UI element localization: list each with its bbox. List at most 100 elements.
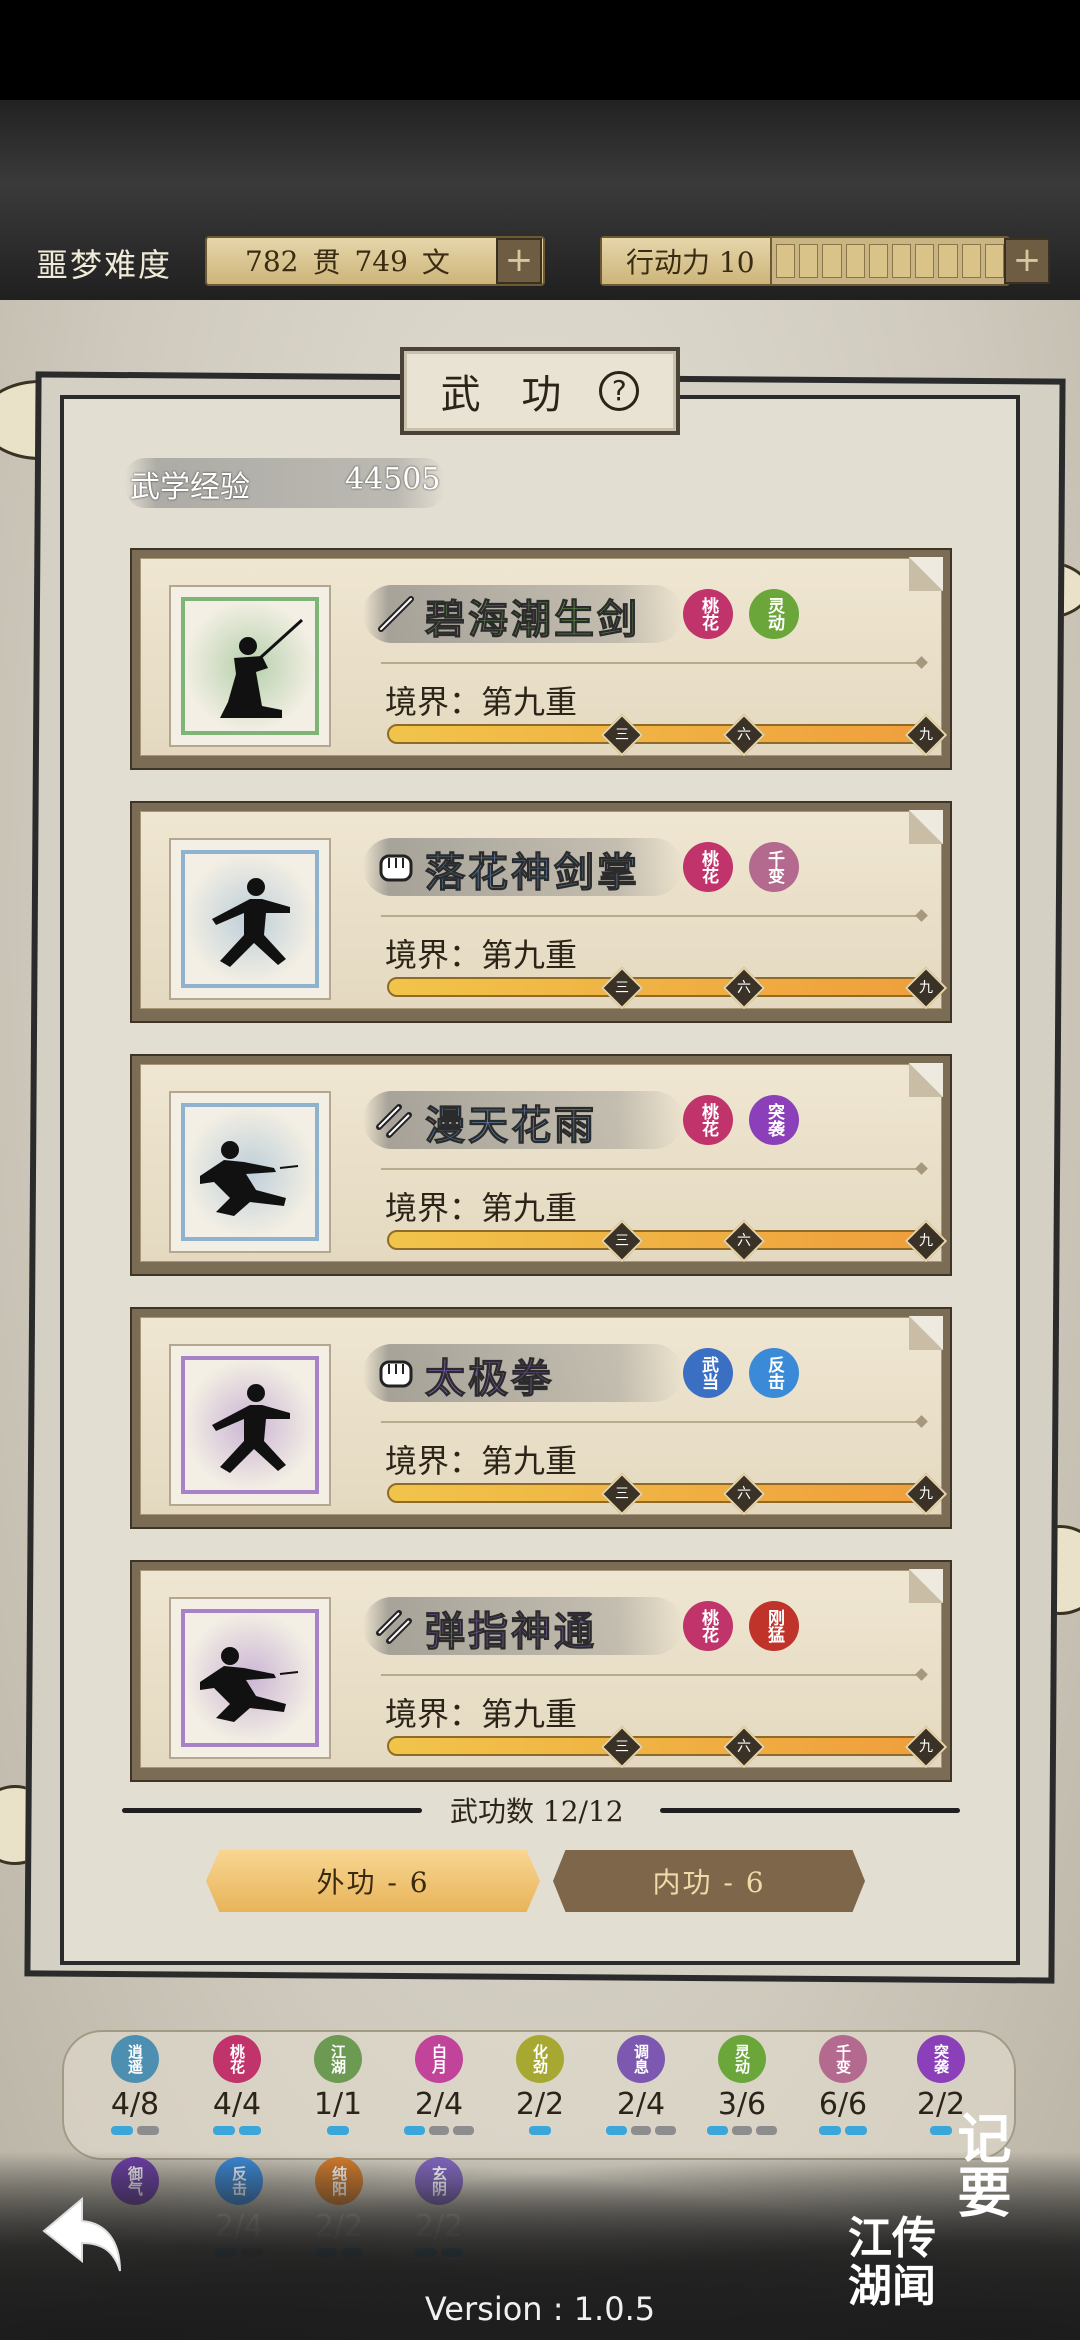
talent-badge: 化劲 [516, 2035, 564, 2083]
card-fold-corner [909, 810, 943, 844]
talent-value: 6/6 [818, 2087, 868, 2122]
skill-name: 弹指神通 [425, 1608, 597, 1656]
skill-progress-bar: 三 六 九 [387, 1472, 948, 1516]
skill-divider-dot [915, 656, 928, 669]
add-money-button[interactable]: + [496, 238, 542, 284]
action-power-segment [822, 244, 842, 278]
fist-icon [375, 846, 417, 888]
progress-marker-label: 三 [615, 1486, 629, 1502]
skill-tag: 灵动 [749, 589, 799, 639]
skill-card[interactable]: 弹指神通 桃花 刚猛 境界：第九重 三 六 九 [130, 1560, 952, 1782]
talent-pips [303, 2126, 373, 2135]
skill-tag: 桃花 [683, 589, 733, 639]
talent-pip [453, 2126, 475, 2135]
skill-realm: 境界：第九重 [385, 936, 578, 974]
progress-marker-label: 九 [919, 1486, 933, 1502]
talent-item[interactable]: 江湖 1/1 [303, 2035, 373, 2135]
money-guan-unit: 贯 [312, 246, 341, 279]
skill-divider [381, 1168, 921, 1170]
skill-portrait-frame [181, 1356, 319, 1494]
progress-marker: 三 [600, 1219, 644, 1263]
card-fold-corner [909, 1063, 943, 1097]
add-action-power-button[interactable]: + [1004, 238, 1050, 284]
talent-value: 4/4 [212, 2087, 262, 2122]
count-divider-left [122, 1808, 422, 1813]
talent-pips [505, 2126, 575, 2135]
skill-progress-bar: 三 六 九 [387, 1725, 948, 1769]
tab-outer-skills-label: 外功 - 6 [316, 1866, 430, 1899]
talent-badge: 突袭 [917, 2035, 965, 2083]
talent-item[interactable]: 桃花 4/4 [202, 2035, 272, 2135]
progress-marker-label: 九 [919, 727, 933, 743]
progress-marker-label: 九 [919, 1233, 933, 1249]
skill-card-face: 落花神剑掌 桃花 千变 境界：第九重 三 六 九 [140, 810, 948, 1010]
action-power-segment [868, 244, 889, 278]
status-bar-area [0, 0, 1080, 100]
progress-marker-label: 六 [737, 1739, 751, 1755]
progress-marker: 六 [722, 1472, 766, 1516]
rumors-label-line1: 江传 [848, 2213, 936, 2264]
difficulty-label: 噩梦难度 [36, 246, 173, 284]
help-icon[interactable]: ? [599, 371, 640, 411]
progress-marker: 九 [904, 713, 948, 757]
action-power-segment [799, 244, 819, 278]
progress-marker-label: 六 [737, 1233, 751, 1249]
skill-tag: 反击 [749, 1348, 799, 1398]
card-fold-corner [909, 1316, 943, 1350]
progress-marker: 六 [722, 713, 766, 757]
progress-marker: 三 [600, 713, 644, 757]
skill-portrait [169, 1091, 331, 1253]
talent-pip [327, 2126, 349, 2135]
exp-label: 武学经验 [130, 470, 250, 505]
talent-item[interactable]: 调息 2/4 [606, 2035, 677, 2135]
talent-badge: 桃花 [213, 2035, 261, 2083]
skill-portrait [169, 1597, 331, 1759]
talent-item[interactable]: 千变 6/6 [808, 2035, 878, 2135]
talent-item[interactable]: 逍遥 4/8 [100, 2035, 170, 2135]
action-power-display: 行动力 10 [600, 236, 1010, 286]
progress-marker: 六 [722, 966, 766, 1010]
action-power-label: 行动力 10 [602, 238, 772, 284]
fist-icon [375, 1352, 417, 1394]
talent-item[interactable]: 灵动 3/6 [707, 2035, 778, 2135]
skill-card[interactable]: 漫天花雨 桃花 突袭 境界：第九重 三 六 九 [130, 1054, 952, 1276]
notes-label: 记要 [948, 2110, 1012, 2218]
skill-divider-dot [915, 1415, 928, 1428]
action-power-segment [892, 244, 912, 278]
skill-card-face: 太极拳 武当 反击 境界：第九重 三 六 九 [140, 1316, 948, 1516]
talent-item[interactable]: 化劲 2/2 [505, 2035, 575, 2135]
skill-name: 漫天花雨 [425, 1102, 597, 1150]
app-root: 噩梦难度 782 贯 749 文 + 行动力 10 + 武 功 ? 武学经验 4… [0, 0, 1080, 2340]
notes-button[interactable]: 记要 [948, 2110, 1012, 2240]
talent-pip [845, 2126, 867, 2135]
progress-marker: 九 [904, 1472, 948, 1516]
skill-portrait [169, 838, 331, 1000]
skill-portrait-frame [181, 1103, 319, 1241]
skill-realm: 境界：第九重 [385, 1442, 578, 1480]
tab-outer-skills[interactable]: 外功 - 6 [206, 1850, 540, 1912]
progress-marker-label: 九 [919, 1739, 933, 1755]
progress-marker-label: 六 [737, 1486, 751, 1502]
skill-card[interactable]: 落花神剑掌 桃花 千变 境界：第九重 三 六 九 [130, 801, 952, 1023]
skill-card[interactable]: 太极拳 武当 反击 境界：第九重 三 六 九 [130, 1307, 952, 1529]
version-text: Version : 1.0.5 [424, 2290, 656, 2328]
progress-marker: 三 [600, 1472, 644, 1516]
progress-marker-label: 三 [615, 980, 629, 996]
talent-pip [606, 2126, 627, 2135]
skill-name: 太极拳 [425, 1355, 554, 1403]
talent-badge: 逍遥 [111, 2035, 159, 2083]
progress-marker: 三 [600, 966, 644, 1010]
skill-portrait [169, 1344, 331, 1506]
tab-inner-skills-label: 内功 - 6 [652, 1866, 766, 1899]
tab-inner-skills[interactable]: 内功 - 6 [553, 1850, 865, 1912]
progress-marker: 六 [722, 1219, 766, 1263]
skill-portrait-frame [181, 1609, 319, 1747]
action-power-segment [776, 244, 796, 278]
back-arrow-icon[interactable] [30, 2185, 130, 2285]
talent-pips [100, 2126, 170, 2135]
skill-card[interactable]: 碧海潮生剑 桃花 灵动 境界：第九重 三 六 九 [130, 548, 952, 770]
talent-pip [756, 2126, 778, 2135]
sword-icon [375, 593, 417, 635]
talent-item[interactable]: 白月 2/4 [404, 2035, 475, 2135]
talent-pip [239, 2126, 261, 2135]
